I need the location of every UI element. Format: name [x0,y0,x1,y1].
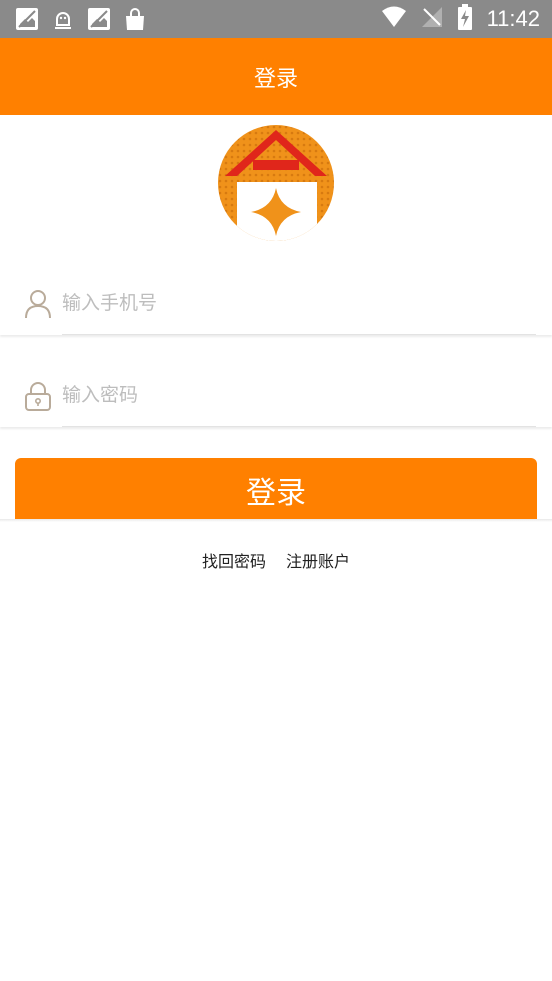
android-robot-icon [50,6,76,32]
password-underline [62,426,536,427]
battery-charging-icon [457,4,473,34]
no-signal-icon [421,6,443,32]
phone-underline [62,334,536,335]
title-bar: 登录 [0,38,552,115]
account-links: 找回密码 注册账户 [0,548,552,572]
image-broken-icon [14,6,40,32]
wifi-icon [381,6,407,32]
phone-input[interactable] [62,281,532,325]
password-input[interactable] [62,373,532,417]
shopping-bag-icon [122,6,148,32]
user-icon [24,289,52,319]
login-button[interactable]: 登录 [15,458,537,522]
phone-field-row [0,271,552,335]
image-broken-icon [86,6,112,32]
app-logo [217,124,335,242]
status-time: 11:42 [486,6,540,31]
lock-icon [24,381,52,411]
forgot-password-link[interactable]: 找回密码 [202,548,266,572]
password-field-row [0,363,552,427]
divider [0,519,552,522]
status-notifications [14,6,148,32]
status-bar: 11:42 [0,0,552,38]
status-system: 11:42 [381,4,540,34]
register-link[interactable]: 注册账户 [286,548,350,572]
page-title: 登录 [253,66,298,92]
